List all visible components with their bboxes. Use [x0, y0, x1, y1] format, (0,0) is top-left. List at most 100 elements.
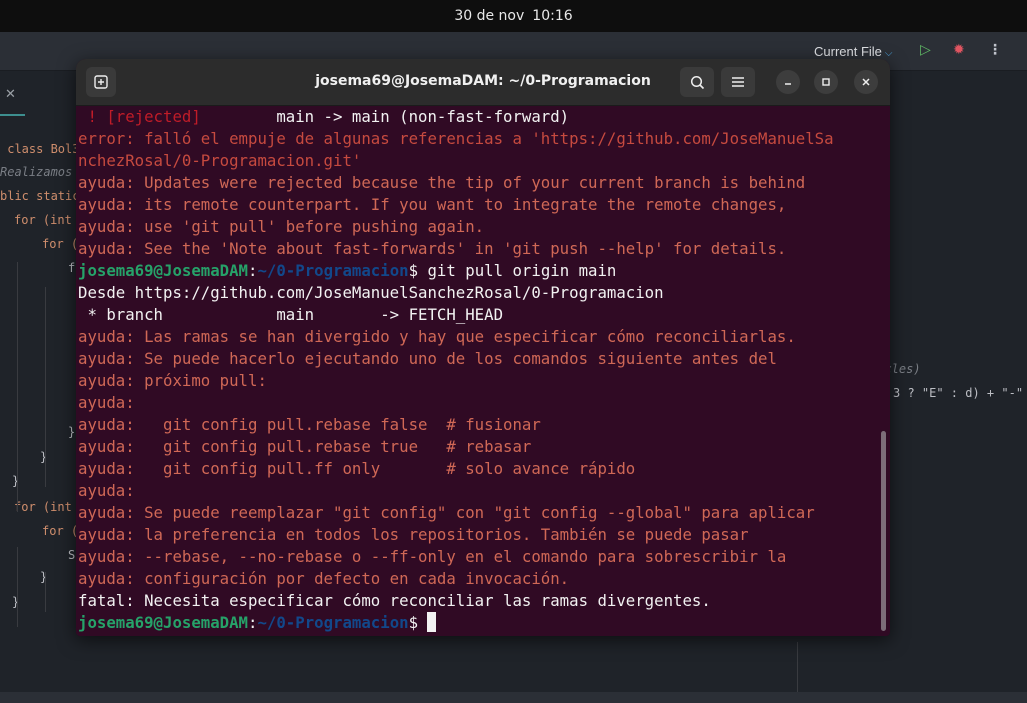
- clock[interactable]: 30 de nov 10:16: [454, 8, 572, 24]
- terminal-text: ayuda:: [78, 393, 135, 412]
- terminal-text: ayuda: --rebase, --no-rebase o --ff-only…: [78, 547, 787, 566]
- terminal-text: ayuda: git config pull.rebase false # fu…: [78, 415, 541, 434]
- new-tab-icon: [94, 75, 108, 89]
- minimize-icon: [785, 83, 791, 85]
- terminal-text: $ git pull origin main: [408, 261, 617, 280]
- terminal-text: ayuda: See the 'Note about fast-forwards…: [78, 239, 787, 258]
- terminal-line: ayuda: git config pull.rebase true # reb…: [78, 436, 878, 458]
- terminal-output[interactable]: ! [rejected] main -> main (non-fast-forw…: [78, 106, 878, 634]
- terminal-line: ayuda: git config pull.ff only # solo av…: [78, 458, 878, 480]
- debug-icon[interactable]: ✹: [953, 42, 965, 58]
- code-line: for (: [42, 524, 79, 538]
- close-button[interactable]: [854, 70, 878, 94]
- text-cursor: [427, 612, 437, 632]
- indent-guide: [17, 547, 18, 627]
- terminal-window: josema69@JosemaDAM: ~/0-Programacion ! […: [76, 59, 890, 636]
- active-tab-indicator: [0, 114, 25, 116]
- terminal-line: josema69@JosemaDAM:~/0-Programacion$ git…: [78, 260, 878, 282]
- terminal-text: * branch main -> FETCH_HEAD: [78, 305, 504, 324]
- terminal-text: fatal: Necesita especificar cómo reconci…: [78, 591, 711, 610]
- code-line: }: [12, 474, 20, 488]
- terminal-line: error: falló el empuje de algunas refere…: [78, 128, 878, 150]
- terminal-text: ayuda: la preferencia en todos los repos…: [78, 525, 749, 544]
- code-line: f: [68, 261, 76, 275]
- code-line: }: [40, 570, 48, 584]
- terminal-line: ayuda: its remote counterpart. If you wa…: [78, 194, 878, 216]
- maximize-button[interactable]: [814, 70, 838, 94]
- indent-guide: [45, 572, 46, 612]
- minimize-button[interactable]: [776, 70, 800, 94]
- code-line: class Bol3: [0, 142, 80, 156]
- terminal-line: * branch main -> FETCH_HEAD: [78, 304, 878, 326]
- terminal-line: ayuda:: [78, 480, 878, 502]
- code-line: S: [68, 548, 76, 562]
- close-tab-icon[interactable]: ✕: [5, 87, 16, 102]
- terminal-line: fatal: Necesita especificar cómo reconci…: [78, 590, 878, 612]
- clock-date: 30 de nov: [454, 8, 525, 24]
- code-line: }: [40, 450, 48, 464]
- search-button[interactable]: [680, 67, 714, 97]
- terminal-line: ayuda: próximo pull:: [78, 370, 878, 392]
- code-line: for (int: [14, 500, 72, 514]
- close-icon: [862, 78, 870, 86]
- run-icon[interactable]: ▷: [920, 42, 931, 58]
- terminal-text: ! [rejected]: [78, 107, 201, 126]
- code-line: for (: [42, 237, 79, 251]
- code-line: for (int: [14, 213, 72, 227]
- terminal-text: main -> main (non-fast-forward): [200, 107, 570, 126]
- terminal-text: josema69@JosemaDAM: [78, 261, 249, 280]
- more-options-icon[interactable]: ⋮: [988, 42, 1002, 58]
- terminal-scrollbar[interactable]: [881, 431, 886, 631]
- code-line: blic static: [0, 189, 80, 203]
- terminal-line: ayuda: Las ramas se han divergido y hay …: [78, 326, 878, 348]
- terminal-header-bar: josema69@JosemaDAM: ~/0-Programacion: [76, 59, 890, 106]
- terminal-line: ayuda: --rebase, --no-rebase o --ff-only…: [78, 546, 878, 568]
- menu-button[interactable]: [721, 67, 755, 97]
- terminal-text: error: falló el empuje de algunas refere…: [78, 129, 834, 148]
- clock-time: 10:16: [532, 8, 573, 24]
- terminal-text: ayuda: git config pull.ff only # solo av…: [78, 459, 636, 478]
- terminal-line: ayuda: See the 'Note about fast-forwards…: [78, 238, 878, 260]
- terminal-text: ayuda: Updates were rejected because the…: [78, 173, 806, 192]
- indent-guide: [45, 287, 46, 487]
- search-icon: [690, 75, 704, 89]
- terminal-text: Desde https://github.com/JoseManuelSanch…: [78, 283, 664, 302]
- terminal-line: ayuda: Se puede reemplazar "git config" …: [78, 502, 878, 524]
- terminal-text: nchezRosal/0-Programacion.git': [78, 151, 362, 170]
- new-tab-button[interactable]: [86, 67, 116, 97]
- terminal-text: ayuda: próximo pull:: [78, 371, 267, 390]
- terminal-line: ayuda:: [78, 392, 878, 414]
- terminal-text: ayuda: Se puede hacerlo ejecutando uno d…: [78, 349, 777, 368]
- code-fragment: 3 ? "E" : d) + "-": [893, 386, 1024, 400]
- terminal-line: nchezRosal/0-Programacion.git': [78, 150, 878, 172]
- terminal-line: ayuda: use 'git pull' before pushing aga…: [78, 216, 878, 238]
- indent-guide: [17, 262, 18, 512]
- terminal-text: ~/0-Programacion: [257, 261, 409, 280]
- terminal-text: ayuda: Las ramas se han divergido y hay …: [78, 327, 796, 346]
- terminal-text: ayuda: git config pull.rebase true # reb…: [78, 437, 532, 456]
- terminal-line: ayuda: Se puede hacerlo ejecutando uno d…: [78, 348, 878, 370]
- terminal-title: josema69@JosemaDAM: ~/0-Programacion: [315, 73, 651, 89]
- system-top-bar: 30 de nov 10:16: [0, 0, 1027, 32]
- terminal-text: ayuda: use 'git pull' before pushing aga…: [78, 217, 485, 236]
- terminal-line: Desde https://github.com/JoseManuelSanch…: [78, 282, 878, 304]
- terminal-text: ayuda:: [78, 481, 135, 500]
- maximize-icon: [822, 78, 830, 86]
- code-line: }: [68, 425, 76, 439]
- terminal-line: ayuda: git config pull.rebase false # fu…: [78, 414, 878, 436]
- chevron-down-icon: ⌵: [884, 48, 893, 59]
- code-line: }: [12, 595, 20, 609]
- ide-status-bar: [0, 692, 1027, 703]
- hamburger-menu-icon: [732, 77, 744, 87]
- terminal-text: $: [408, 613, 428, 632]
- terminal-text: ayuda: configuración por defecto en cada…: [78, 569, 570, 588]
- run-configuration-label: Current File: [814, 44, 882, 59]
- terminal-line: ! [rejected] main -> main (non-fast-forw…: [78, 106, 878, 128]
- terminal-line: ayuda: Updates were rejected because the…: [78, 172, 878, 194]
- run-configuration-selector[interactable]: Current File ⌵: [814, 44, 893, 59]
- terminal-line: ayuda: la preferencia en todos los repos…: [78, 524, 878, 546]
- terminal-line: ayuda: configuración por defecto en cada…: [78, 568, 878, 590]
- terminal-text: ayuda: Se puede reemplazar "git config" …: [78, 503, 815, 522]
- terminal-text: ayuda: its remote counterpart. If you wa…: [78, 195, 787, 214]
- terminal-text: josema69@JosemaDAM: [78, 613, 249, 632]
